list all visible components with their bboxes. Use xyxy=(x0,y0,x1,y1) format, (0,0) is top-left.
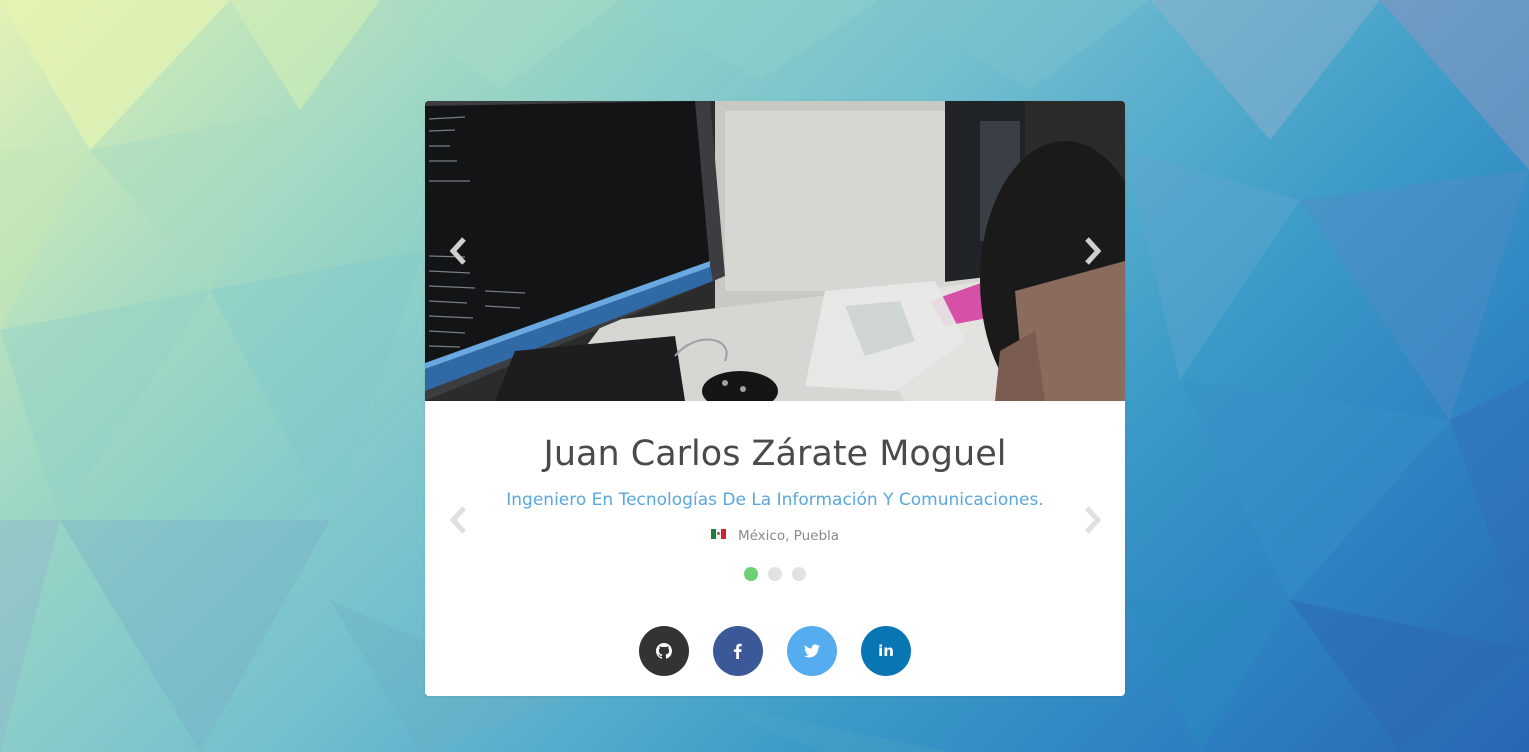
chevron-right-icon xyxy=(1085,237,1102,265)
twitter-icon xyxy=(804,644,820,658)
info-next-button[interactable] xyxy=(1075,500,1109,540)
profile-location: México, Puebla xyxy=(425,528,1125,544)
github-button[interactable] xyxy=(639,626,689,676)
facebook-button[interactable] xyxy=(713,626,763,676)
twitter-button[interactable] xyxy=(787,626,837,676)
carousel-indicators xyxy=(425,567,1125,581)
carousel-dot-2[interactable] xyxy=(768,567,782,581)
chevron-right-icon xyxy=(1085,506,1102,534)
facebook-icon xyxy=(733,643,742,659)
profile-role: Ingeniero En Tecnologías De La Informaci… xyxy=(506,490,1044,510)
photo-illustration xyxy=(425,101,1125,401)
linkedin-button[interactable]: in xyxy=(861,626,911,676)
profile-name: Juan Carlos Zárate Moguel xyxy=(543,434,1007,474)
carousel-dot-1[interactable] xyxy=(744,567,758,581)
profile-card: Juan Carlos Zárate Moguel Ingeniero En T… xyxy=(425,101,1125,696)
location-text: México, Puebla xyxy=(737,528,840,544)
photo-next-button[interactable] xyxy=(1075,231,1109,271)
profile-photo xyxy=(425,101,1125,401)
chevron-left-icon xyxy=(449,506,466,534)
mexico-flag-icon xyxy=(710,529,726,539)
photo-prev-button[interactable] xyxy=(442,231,476,271)
social-links: in xyxy=(425,626,1125,676)
info-prev-button[interactable] xyxy=(442,500,476,540)
carousel-dot-3[interactable] xyxy=(792,567,806,581)
github-icon xyxy=(656,643,672,659)
chevron-left-icon xyxy=(449,237,466,265)
linkedin-icon: in xyxy=(878,642,894,660)
